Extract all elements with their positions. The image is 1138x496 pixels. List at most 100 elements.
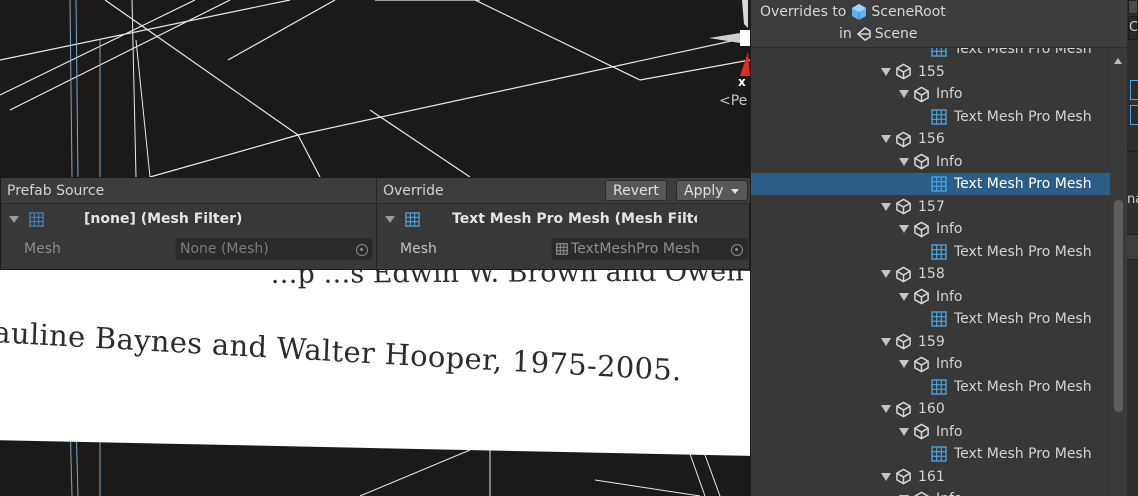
tree-item-object[interactable]: Info [751,488,1111,496]
mesh-filter-icon [931,48,947,57]
plane-text-line-2: auline Baynes and Walter Hooper, 1975-20… [0,315,683,388]
foldout-triangle-icon[interactable] [881,472,891,481]
tree-item-label: Text Mesh Pro Mesh [954,48,1092,57]
tree-item-mesh[interactable]: Text Mesh Pro Mesh [751,173,1111,195]
object-picker-icon[interactable] [731,244,743,256]
tree-item-mesh[interactable]: Text Mesh Pro Mesh [751,48,1111,60]
tree-item-object[interactable]: 161 [751,466,1111,488]
edge-selected-field[interactable] [1130,80,1138,100]
gameobject-cube-icon [896,266,911,282]
text-mesh-plane[interactable]: …p …s Edwin W. Brown and Owen auline Bay… [0,255,750,457]
tree-item-mesh[interactable]: Text Mesh Pro Mesh [751,106,1111,128]
mesh-filter-icon [931,446,947,462]
foldout-triangle-icon[interactable] [899,157,909,166]
mesh-label: Mesh [24,241,61,257]
object-picker-icon[interactable] [356,244,368,256]
foldout-triangle-icon[interactable] [899,292,909,301]
tree-item-object[interactable]: Info [751,83,1111,105]
tree-item-object[interactable]: 156 [751,128,1111,150]
gameobject-cube-icon [896,401,911,417]
tree-item-object[interactable]: 160 [751,398,1111,420]
mesh-asset-icon [556,243,568,255]
foldout-triangle-icon[interactable] [881,67,891,76]
gameobject-cube-icon [914,288,929,305]
tree-item-object[interactable]: 155 [751,61,1111,83]
tree-item-object[interactable]: 159 [751,331,1111,353]
gizmo-cone-icon [709,0,750,76]
mesh-filter-icon [931,311,947,327]
left-mesh-field[interactable]: None (Mesh) [175,238,373,260]
foldout-triangle-icon[interactable] [899,360,909,368]
revert-label: Revert [613,182,659,199]
override-comparison-panel: Prefab Source [none] (Mesh Filter) Mesh [0,177,750,271]
revert-button[interactable]: Revert [605,180,667,201]
inspector-edge-strip: C na [1127,0,1138,496]
tree-item-object[interactable]: Info [751,218,1111,240]
tree-item-object[interactable]: Info [751,421,1111,443]
tree-item-mesh[interactable]: Text Mesh Pro Mesh [751,443,1111,465]
foldout-triangle-icon[interactable] [899,427,909,436]
foldout-triangle-icon[interactable] [899,90,909,98]
foldout-triangle-icon[interactable] [385,214,395,224]
tree-item-object[interactable]: Info [751,353,1111,375]
gameobject-cube-icon [896,131,911,147]
overrides-header: Overrides to SceneRoot in Scene [751,0,1127,48]
tree-item-label: Info [936,86,963,102]
tree-item-label: 159 [918,333,945,350]
scene-orientation-gizmo[interactable]: x <Pe [704,0,750,110]
tree-item-label: Info [936,221,963,237]
foldout-triangle-icon[interactable] [881,270,891,278]
gameobject-cube-icon [914,491,929,496]
tree-item-mesh[interactable]: Text Mesh Pro Mesh [751,376,1111,398]
tree-item-object[interactable]: 158 [751,263,1111,285]
gameobject-cube-icon [896,333,911,350]
tree-item-mesh[interactable]: Text Mesh Pro Mesh [751,241,1111,263]
perspective-label[interactable]: <Pe [719,93,747,109]
prefab-cube-icon [852,4,867,20]
tree-item-mesh[interactable]: Text Mesh Pro Mesh [751,308,1111,330]
left-mesh-property: Mesh None (Mesh) [1,234,376,264]
tree-item-label: Text Mesh Pro Mesh [954,311,1092,327]
foldout-triangle-icon[interactable] [881,405,891,413]
foldout-triangle-icon[interactable] [881,202,891,211]
scene-view[interactable]: …p …s Edwin W. Brown and Owen auline Bay… [0,0,750,496]
vertical-scrollbar[interactable] [1110,48,1127,496]
right-component-name: Text Mesh Pro Mesh (Mesh Filter [452,211,697,227]
unity-scene-icon [856,27,871,41]
gameobject-cube-icon [896,198,911,215]
right-mesh-field[interactable]: TextMeshPro Mesh [551,238,748,260]
left-component-name: [none] (Mesh Filter) [84,211,243,227]
edge-text: na [1127,192,1138,212]
gameobject-cube-icon [914,153,929,170]
left-component-row[interactable]: [none] (Mesh Filter) [1,204,376,234]
mesh-filter-icon [931,176,947,192]
mesh-filter-icon [29,211,44,227]
scroll-up-arrow-icon[interactable] [1114,58,1122,64]
apply-dropdown-button[interactable]: Apply [676,180,748,201]
edge-divider [1127,150,1138,152]
tree-item-object[interactable]: Info [751,151,1111,173]
tree-item-object[interactable]: 157 [751,196,1111,218]
gizmo-x-label: x [738,75,746,89]
foldout-triangle-icon[interactable] [899,225,909,233]
tree-item-label: 160 [918,401,945,417]
gameobject-cube-icon [914,423,929,440]
foldout-triangle-icon[interactable] [881,337,891,346]
unity-editor-window: …p …s Edwin W. Brown and Owen auline Bay… [0,0,1138,496]
tree-item-label: Text Mesh Pro Mesh [954,243,1092,260]
scrollbar-thumb[interactable] [1114,200,1123,412]
tree-item-label: Text Mesh Pro Mesh [954,176,1092,192]
tree-item-label: Info [936,491,963,496]
overrides-title-line: Overrides to SceneRoot [760,3,946,21]
foldout-triangle-icon[interactable] [881,135,891,143]
foldout-triangle-icon[interactable] [9,214,19,224]
overrides-panel: Overrides to SceneRoot in Scene Text Mes… [750,0,1127,496]
scene-root-name: SceneRoot [871,4,946,20]
edge-selected-field[interactable] [1130,105,1138,125]
right-component-row[interactable]: Text Mesh Pro Mesh (Mesh Filter [377,204,750,234]
override-tree: Text Mesh Pro Mesh 155 Info Text Mesh Pro M… [751,48,1111,496]
edge-toolbar-button[interactable] [1128,0,1138,14]
tree-item-object[interactable]: Info [751,286,1111,308]
edge-field[interactable]: C [1128,16,1138,40]
prefab-source-title: Prefab Source [7,182,105,199]
